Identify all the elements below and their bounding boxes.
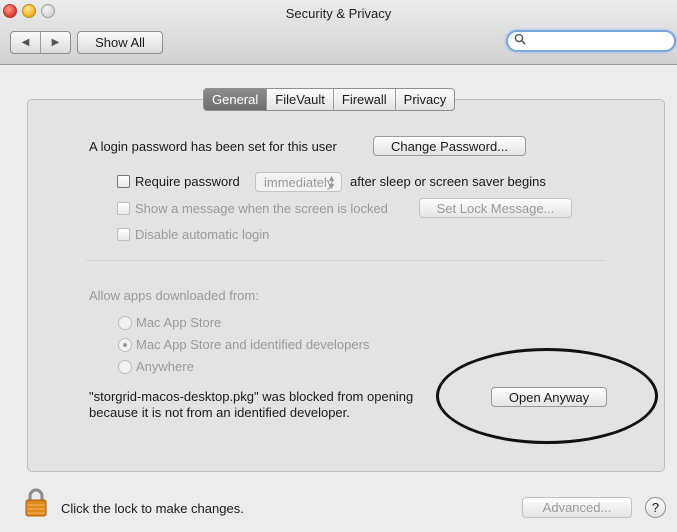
help-button[interactable]: ? [645,497,666,518]
forward-button[interactable]: ▶ [40,32,70,53]
allow-apps-label: Allow apps downloaded from: [89,288,259,303]
tab-bar: General FileVault Firewall Privacy [203,88,456,111]
show-all-button[interactable]: Show All [77,31,163,54]
tab-general[interactable]: General [204,89,267,110]
set-lock-message-button[interactable]: Set Lock Message... [419,198,572,218]
disable-auto-login-label: Disable automatic login [135,227,270,242]
require-password-delay-select[interactable]: immediately ▲ ▼ [255,172,342,192]
blocked-message-line1: "storgrid-macos-desktop.pkg" was blocked… [89,389,414,404]
radio-anywhere[interactable] [118,360,132,374]
login-password-text: A login password has been set for this u… [89,139,337,154]
section-divider [86,260,606,261]
advanced-button[interactable]: Advanced... [522,497,632,518]
window-title: Security & Privacy [285,6,392,21]
require-password-checkbox[interactable] [117,175,130,188]
annotation-ellipse [436,348,658,444]
change-password-button[interactable]: Change Password... [373,136,526,156]
popup-arrows-icon: ▲ ▼ [327,173,336,191]
require-password-label: Require password [135,174,240,189]
tab-privacy[interactable]: Privacy [394,89,455,110]
lock-instruction: Click the lock to make changes. [61,501,244,516]
search-icon [514,33,526,48]
title-bar: Security & Privacy ◀ ▶ Show All [0,0,677,65]
tab-firewall[interactable]: Firewall [332,89,395,110]
option-anywhere: Anywhere [136,359,194,374]
radio-mac-app-store[interactable] [118,316,132,330]
blocked-message-line2: because it is not from an identified dev… [89,405,350,420]
search-field[interactable] [506,30,676,52]
require-password-delay-value: immediately [264,174,334,190]
radio-identified-developers[interactable] [118,338,132,352]
disable-auto-login-checkbox[interactable] [117,228,130,241]
back-button[interactable]: ◀ [11,32,40,53]
require-password-suffix: after sleep or screen saver begins [350,174,546,189]
tab-filevault[interactable]: FileVault [266,89,333,110]
show-message-checkbox[interactable] [117,202,130,215]
back-forward-control: ◀ ▶ [10,31,71,54]
show-message-label: Show a message when the screen is locked [135,201,388,216]
lock-icon[interactable] [24,487,48,520]
option-identified-developers: Mac App Store and identified developers [136,337,370,352]
option-mac-app-store: Mac App Store [136,315,222,330]
